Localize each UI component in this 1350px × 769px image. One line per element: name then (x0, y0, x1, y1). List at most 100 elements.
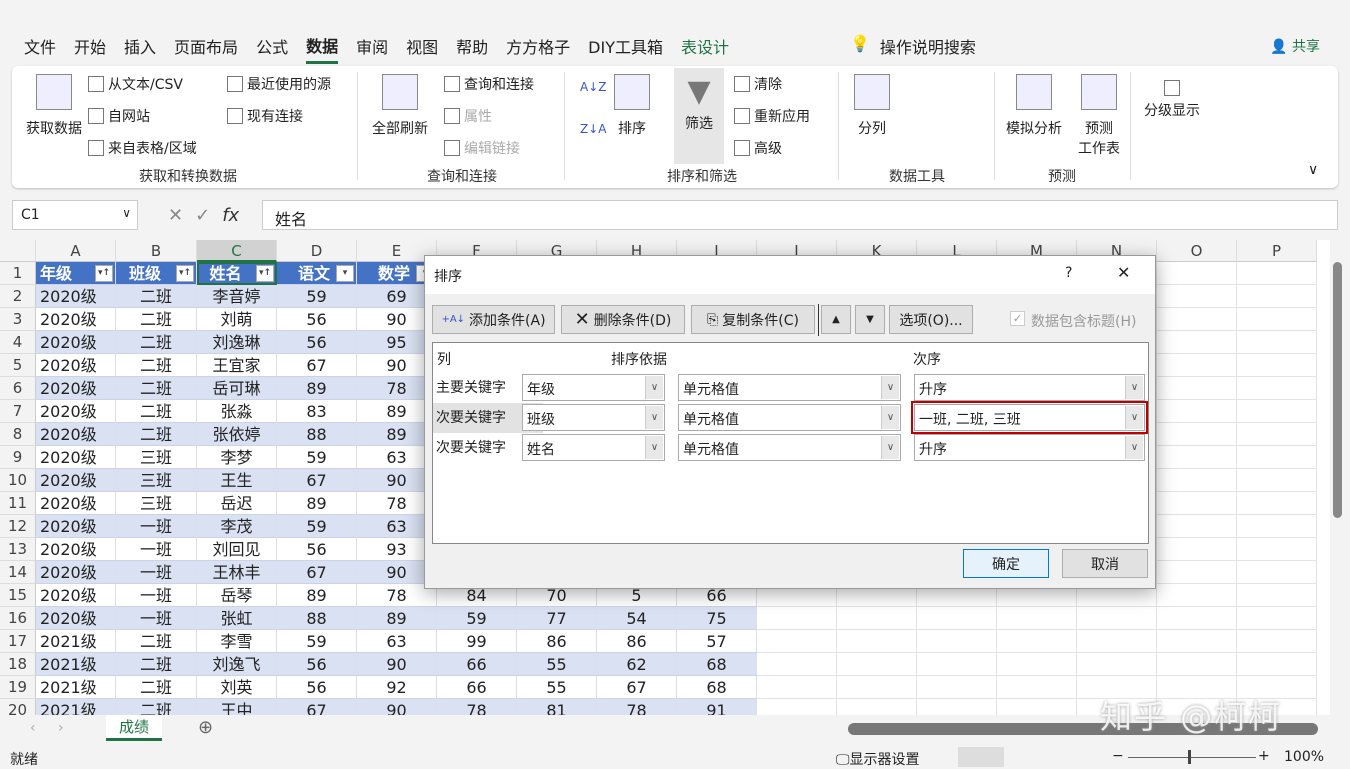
table-cell[interactable] (1157, 469, 1237, 492)
column-header[interactable]: C (197, 240, 277, 262)
row-header[interactable]: 7 (0, 400, 36, 423)
table-cell[interactable]: 2020级 (36, 515, 116, 538)
table-cell[interactable] (1237, 446, 1317, 469)
table-cell[interactable]: 83 (277, 400, 357, 423)
table-cell[interactable] (837, 676, 917, 699)
sort-level-row[interactable]: 次要关键字 姓名 ∨ 单元格值 ∨ 升序 ∨ (433, 433, 1148, 463)
table-cell[interactable] (997, 676, 1077, 699)
table-cell[interactable]: 88 (277, 423, 357, 446)
table-cell[interactable]: 59 (277, 285, 357, 308)
table-cell[interactable] (1237, 630, 1317, 653)
table-cell[interactable]: 三班 (116, 446, 197, 469)
table-cell[interactable]: 67 (277, 354, 357, 377)
refresh-all-button[interactable]: 全部刷新 (372, 74, 428, 138)
table-cell[interactable] (917, 699, 997, 715)
table-cell[interactable]: 66 (437, 653, 517, 676)
row-header[interactable]: 18 (0, 653, 36, 676)
ribbon-tab[interactable]: 表设计 (681, 30, 729, 62)
column-select[interactable]: 年级 ∨ (522, 374, 665, 401)
table-cell[interactable]: 56 (277, 308, 357, 331)
table-cell[interactable]: 2020级 (36, 538, 116, 561)
table-cell[interactable]: 59 (277, 446, 357, 469)
ribbon-tab[interactable]: 开始 (74, 30, 106, 62)
column-header[interactable]: B (116, 240, 197, 262)
table-cell[interactable] (757, 630, 837, 653)
ribbon-tab[interactable]: 视图 (406, 30, 438, 62)
row-header[interactable]: 15 (0, 584, 36, 607)
table-cell[interactable]: 李梦 (197, 446, 277, 469)
table-cell[interactable] (1237, 515, 1317, 538)
table-cell[interactable]: 66 (437, 676, 517, 699)
reapply-button[interactable]: 重新应用 (734, 106, 810, 126)
table-cell[interactable]: 二班 (116, 354, 197, 377)
table-cell[interactable]: 二班 (116, 676, 197, 699)
table-header-cell[interactable] (1157, 262, 1237, 285)
row-header[interactable]: 14 (0, 561, 36, 584)
table-cell[interactable] (917, 630, 997, 653)
table-cell[interactable]: 89 (277, 377, 357, 400)
ribbon-tab[interactable]: DIY工具箱 (588, 30, 663, 62)
table-cell[interactable]: 62 (597, 653, 677, 676)
table-cell[interactable]: 一班 (116, 607, 197, 630)
table-cell[interactable]: 75 (677, 607, 757, 630)
close-button[interactable]: ✕ (1117, 263, 1130, 282)
row-header[interactable]: 17 (0, 630, 36, 653)
table-cell[interactable]: 57 (677, 630, 757, 653)
table-cell[interactable] (757, 699, 837, 715)
table-cell[interactable] (1157, 400, 1237, 423)
table-cell[interactable] (1237, 607, 1317, 630)
row-header[interactable]: 19 (0, 676, 36, 699)
row-header[interactable]: 11 (0, 492, 36, 515)
table-cell[interactable]: 59 (277, 630, 357, 653)
table-cell[interactable] (837, 653, 917, 676)
normal-view-button[interactable] (958, 747, 1004, 767)
table-cell[interactable]: 2020级 (36, 469, 116, 492)
table-cell[interactable]: 2021级 (36, 699, 116, 715)
from-web-button[interactable]: 自网站 (88, 106, 150, 126)
table-cell[interactable] (1237, 538, 1317, 561)
table-cell[interactable] (837, 607, 917, 630)
table-cell[interactable] (1237, 308, 1317, 331)
table-cell[interactable]: 岳琴 (197, 584, 277, 607)
table-cell[interactable]: 56 (277, 331, 357, 354)
table-cell[interactable]: 68 (677, 653, 757, 676)
page-layout-view-button[interactable] (1016, 747, 1046, 767)
page-break-view-button[interactable] (1056, 747, 1086, 767)
table-cell[interactable]: 68 (677, 676, 757, 699)
what-if-button[interactable]: 模拟分析 (1006, 74, 1062, 138)
table-cell[interactable]: 56 (277, 653, 357, 676)
queries-connections-button[interactable]: 查询和连接 (444, 74, 534, 94)
table-cell[interactable] (1157, 653, 1237, 676)
table-cell[interactable] (1157, 354, 1237, 377)
zoom-in-button[interactable]: + (1258, 748, 1270, 764)
row-header[interactable]: 13 (0, 538, 36, 561)
table-cell[interactable]: 2020级 (36, 354, 116, 377)
table-cell[interactable] (1157, 607, 1237, 630)
table-cell[interactable] (1237, 469, 1317, 492)
table-cell[interactable]: 99 (437, 630, 517, 653)
sort-level-row[interactable]: 主要关键字 年级 ∨ 单元格值 ∨ 升序 ∨ (433, 373, 1148, 403)
table-cell[interactable]: 王宜家 (197, 354, 277, 377)
table-cell[interactable] (1237, 331, 1317, 354)
text-to-columns-button[interactable]: 分列 (854, 74, 890, 138)
table-cell[interactable]: 56 (277, 538, 357, 561)
forecast-sheet-button[interactable]: 预测 工作表 (1078, 74, 1120, 158)
prev-sheet-icon[interactable]: ‹ (30, 720, 36, 736)
table-cell[interactable]: 67 (277, 469, 357, 492)
table-cell[interactable]: 2020级 (36, 285, 116, 308)
table-cell[interactable]: 李茂 (197, 515, 277, 538)
table-cell[interactable]: 一班 (116, 584, 197, 607)
from-table-button[interactable]: 来自表格/区域 (88, 138, 197, 158)
zoom-slider-thumb[interactable] (1188, 750, 1191, 764)
ribbon-tab[interactable]: 页面布局 (174, 30, 238, 62)
table-cell[interactable]: 2020级 (36, 377, 116, 400)
table-cell[interactable]: 二班 (116, 400, 197, 423)
table-cell[interactable]: 67 (597, 676, 677, 699)
ribbon-tab[interactable]: 帮助 (456, 30, 488, 62)
tell-me-search[interactable]: 💡 操作说明搜索 (850, 34, 976, 58)
row-header[interactable]: 16 (0, 607, 36, 630)
table-cell[interactable]: 2021级 (36, 676, 116, 699)
vertical-scroll-thumb[interactable] (1333, 262, 1342, 518)
table-cell[interactable]: 刘英 (197, 676, 277, 699)
table-header-cell[interactable] (1237, 262, 1317, 285)
